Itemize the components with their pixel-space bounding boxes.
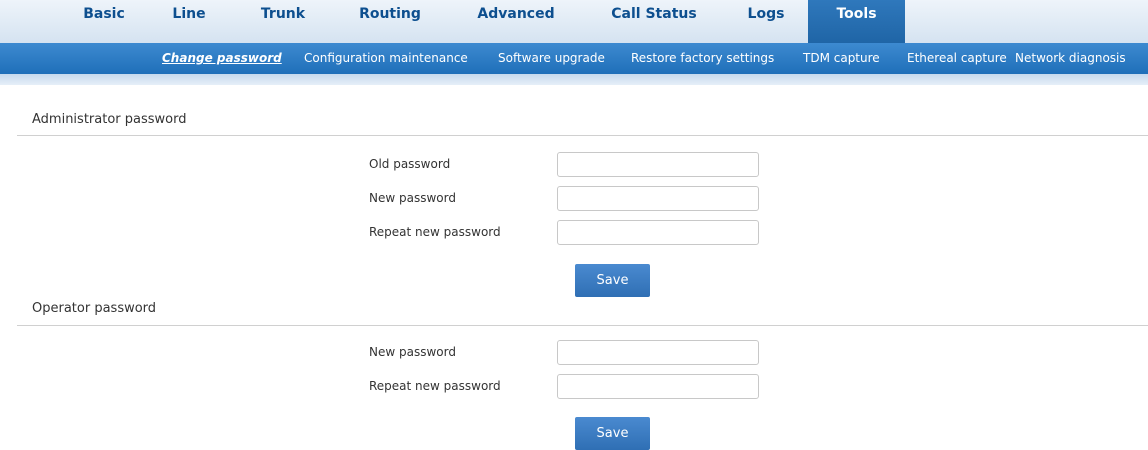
admin-old-password-field[interactable] (557, 152, 759, 177)
subnav-tdm-capture[interactable]: TDM capture (803, 43, 880, 74)
operator-divider (17, 325, 1148, 326)
tab-call-status[interactable]: Call Status (604, 0, 704, 43)
admin-old-password-label: Old password (369, 157, 451, 171)
subnav-ethereal-capture[interactable]: Ethereal capture (907, 43, 1007, 74)
subnav-network-diagnosis[interactable]: Network diagnosis (1015, 43, 1126, 74)
tab-advanced[interactable]: Advanced (472, 0, 560, 43)
admin-new-password-label: New password (369, 191, 456, 205)
subnav-software-upgrade[interactable]: Software upgrade (498, 43, 605, 74)
tab-basic[interactable]: Basic (72, 0, 136, 43)
operator-new-password-field[interactable] (557, 340, 759, 365)
admin-section-title: Administrator password (32, 112, 187, 127)
operator-section-title: Operator password (32, 301, 157, 316)
operator-repeat-password-field[interactable] (557, 374, 759, 399)
operator-save-button[interactable]: Save (575, 417, 650, 450)
tab-logs[interactable]: Logs (736, 0, 796, 43)
tab-line[interactable]: Line (163, 0, 215, 43)
admin-new-password-field[interactable] (557, 186, 759, 211)
subnav-change-password[interactable]: Change password (162, 43, 282, 74)
admin-save-button[interactable]: Save (575, 264, 650, 297)
nav-underline-strip (0, 74, 1148, 85)
top-nav: Basic Line Trunk Routing Advanced Call S… (0, 0, 1148, 43)
tab-routing[interactable]: Routing (352, 0, 428, 43)
subnav-configuration-maintenance[interactable]: Configuration maintenance (304, 43, 468, 74)
admin-divider (17, 135, 1148, 136)
admin-repeat-password-label: Repeat new password (369, 225, 501, 239)
subnav-restore-factory-settings[interactable]: Restore factory settings (631, 43, 774, 74)
operator-repeat-password-label: Repeat new password (369, 379, 501, 393)
sub-nav: Change password Configuration maintenanc… (0, 43, 1148, 74)
operator-new-password-label: New password (369, 345, 456, 359)
admin-repeat-password-field[interactable] (557, 220, 759, 245)
tab-tools[interactable]: Tools (808, 0, 905, 43)
tab-trunk[interactable]: Trunk (254, 0, 312, 43)
